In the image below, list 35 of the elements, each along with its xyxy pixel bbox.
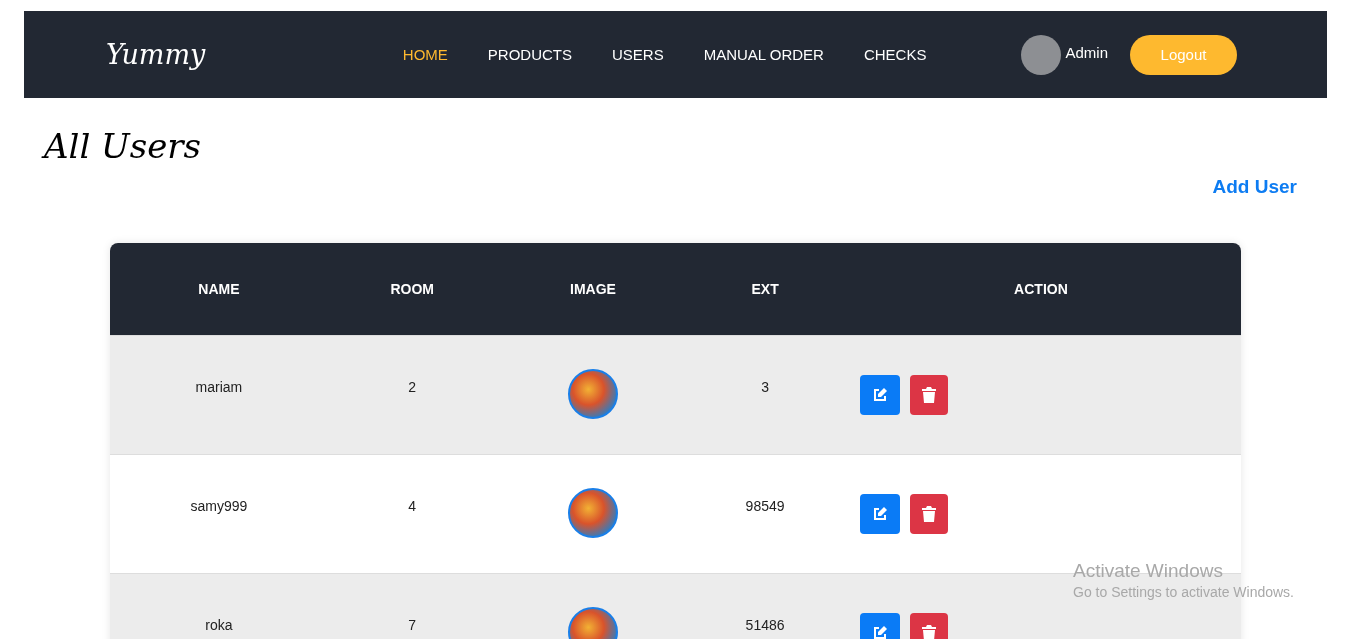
trash-icon xyxy=(921,506,936,522)
add-user-link[interactable]: Add User xyxy=(1212,176,1297,198)
table-cell: samy999 xyxy=(190,498,248,514)
table-cell: 4 xyxy=(408,498,417,514)
table-cell: 3 xyxy=(761,379,769,395)
edit-icon xyxy=(871,506,888,522)
table-cell: 98549 xyxy=(745,498,785,514)
nav-link[interactable]: HOME xyxy=(382,46,468,63)
user-name: Admin xyxy=(1065,43,1108,61)
table-cell: 2 xyxy=(408,379,417,395)
avatar xyxy=(1021,34,1062,75)
trash-icon xyxy=(921,625,936,639)
activation-title: Activate Windows xyxy=(1073,560,1224,582)
nav-link[interactable]: PRODUCTS xyxy=(467,46,592,63)
delete-button[interactable] xyxy=(909,375,948,415)
table-cell: 7 xyxy=(408,617,417,633)
nav-link[interactable]: MANUAL ORDER xyxy=(683,46,844,63)
table-cell: roka xyxy=(205,617,233,633)
table-cell: mariam xyxy=(195,379,243,395)
logo: Yummy xyxy=(106,39,206,70)
column-header: EXT xyxy=(689,243,841,336)
table-cell: 51486 xyxy=(745,617,785,633)
column-header: NAME xyxy=(110,243,328,336)
edit-icon xyxy=(871,625,888,639)
trash-icon xyxy=(921,387,936,403)
edit-button[interactable] xyxy=(859,494,900,534)
edit-button[interactable] xyxy=(859,375,900,415)
nav-link[interactable]: CHECKS xyxy=(843,46,947,63)
column-header: IMAGE xyxy=(496,243,690,336)
delete-button[interactable] xyxy=(909,494,948,534)
edit-icon xyxy=(871,387,888,403)
column-header: ROOM xyxy=(327,243,497,336)
activation-message: Go to Settings to activate Windows. xyxy=(1073,584,1294,600)
column-header: ACTION xyxy=(840,243,1241,336)
nav-link[interactable]: USERS xyxy=(591,46,684,63)
